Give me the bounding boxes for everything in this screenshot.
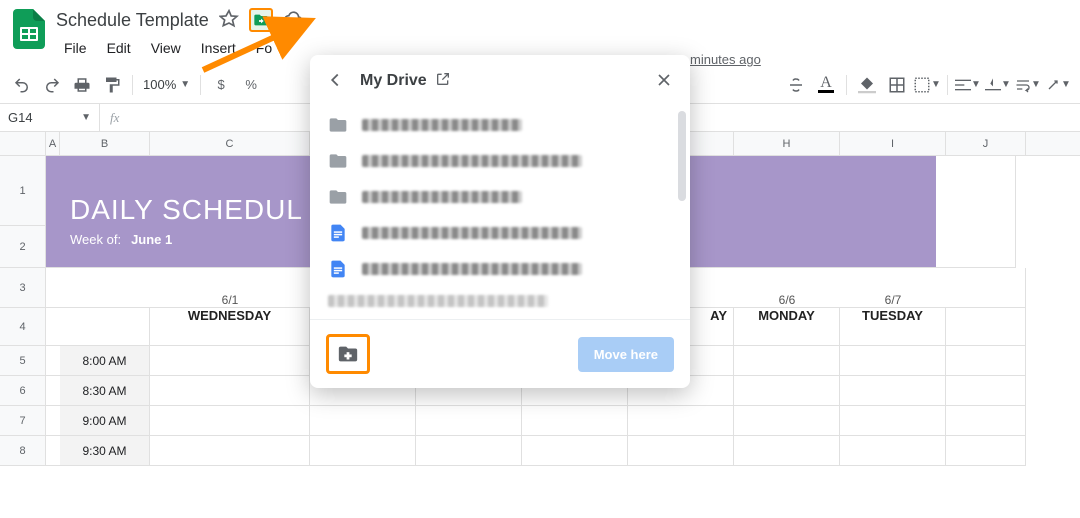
banner-title: DAILY SCHEDUL bbox=[70, 194, 303, 226]
date-label: 6/6 bbox=[779, 293, 796, 307]
menu-insert[interactable]: Insert bbox=[193, 36, 244, 60]
col-header[interactable]: I bbox=[840, 132, 946, 155]
new-folder-button[interactable] bbox=[326, 334, 370, 374]
day-label: MONDAY bbox=[758, 308, 815, 323]
col-header[interactable]: H bbox=[734, 132, 840, 155]
cloud-status-icon[interactable] bbox=[283, 9, 303, 32]
menu-file[interactable]: File bbox=[56, 36, 95, 60]
row-header[interactable]: 4 bbox=[0, 308, 46, 346]
back-icon[interactable] bbox=[324, 69, 348, 93]
menu-format[interactable]: Fo bbox=[248, 36, 280, 60]
separator bbox=[947, 75, 948, 95]
banner-week-label: Week of:June 1 bbox=[70, 232, 172, 247]
row-header[interactable]: 6 bbox=[0, 376, 46, 406]
wrap-icon[interactable]: ▼ bbox=[1014, 71, 1042, 99]
popover-title: My Drive bbox=[360, 71, 451, 92]
h-align-icon[interactable]: ▼ bbox=[954, 71, 982, 99]
borders-icon[interactable] bbox=[883, 71, 911, 99]
v-align-icon[interactable]: ▼ bbox=[984, 71, 1012, 99]
list-item[interactable] bbox=[310, 287, 690, 315]
date-label: 6/7 bbox=[885, 293, 902, 307]
print-icon[interactable] bbox=[68, 71, 96, 99]
name-box[interactable]: G14▼ bbox=[0, 104, 100, 131]
close-icon[interactable] bbox=[654, 70, 676, 92]
sheets-logo[interactable] bbox=[8, 8, 50, 50]
select-all-corner[interactable] bbox=[0, 132, 46, 155]
separator bbox=[200, 75, 201, 95]
list-item[interactable] bbox=[310, 179, 690, 215]
rotate-icon[interactable]: ▼ bbox=[1044, 71, 1072, 99]
move-here-button[interactable]: Move here bbox=[578, 337, 674, 372]
paint-format-icon[interactable] bbox=[98, 71, 126, 99]
redo-icon[interactable] bbox=[38, 71, 66, 99]
percent-format-icon[interactable]: % bbox=[237, 71, 265, 99]
row-header[interactable]: 3 bbox=[0, 268, 46, 308]
separator bbox=[846, 75, 847, 95]
fill-color-icon[interactable] bbox=[853, 71, 881, 99]
list-item[interactable] bbox=[310, 143, 690, 179]
time-cell: 9:30 AM bbox=[60, 436, 150, 466]
row-header[interactable]: 1 bbox=[0, 156, 46, 226]
move-file-popover: My Drive Move here bbox=[310, 55, 690, 388]
zoom-select[interactable]: 100%▼ bbox=[139, 77, 194, 92]
undo-icon[interactable] bbox=[8, 71, 36, 99]
col-header[interactable]: A bbox=[46, 132, 60, 155]
scrollbar-thumb[interactable] bbox=[678, 111, 686, 201]
row-header[interactable]: 2 bbox=[0, 226, 46, 268]
day-label: TUESDAY bbox=[862, 308, 923, 323]
time-cell: 8:30 AM bbox=[60, 376, 150, 406]
merge-cells-icon[interactable]: ▼ bbox=[913, 71, 941, 99]
list-item[interactable] bbox=[310, 215, 690, 251]
folder-list[interactable] bbox=[310, 103, 690, 319]
currency-format-icon[interactable]: $ bbox=[207, 71, 235, 99]
time-cell: 8:00 AM bbox=[60, 346, 150, 376]
date-label: 6/1 bbox=[222, 293, 239, 307]
star-icon[interactable] bbox=[219, 9, 239, 32]
list-item[interactable] bbox=[310, 251, 690, 287]
row-header[interactable]: 8 bbox=[0, 436, 46, 466]
time-cell: 9:00 AM bbox=[60, 406, 150, 436]
doc-title[interactable]: Schedule Template bbox=[56, 10, 209, 31]
separator bbox=[132, 75, 133, 95]
fx-icon: fx bbox=[100, 110, 129, 126]
menu-view[interactable]: View bbox=[143, 36, 189, 60]
last-edit-link[interactable]: minutes ago bbox=[690, 52, 761, 67]
move-to-folder-icon[interactable] bbox=[249, 8, 273, 32]
list-item[interactable] bbox=[310, 107, 690, 143]
row-header[interactable]: 5 bbox=[0, 346, 46, 376]
open-in-new-icon[interactable] bbox=[435, 71, 451, 92]
col-header[interactable]: C bbox=[150, 132, 310, 155]
text-color-icon[interactable]: A bbox=[812, 71, 840, 99]
menu-edit[interactable]: Edit bbox=[99, 36, 139, 60]
col-header[interactable]: B bbox=[60, 132, 150, 155]
col-header[interactable]: J bbox=[946, 132, 1026, 155]
day-label: WEDNESDAY bbox=[188, 308, 271, 323]
row-header[interactable]: 7 bbox=[0, 406, 46, 436]
strikethrough-icon[interactable] bbox=[782, 71, 810, 99]
